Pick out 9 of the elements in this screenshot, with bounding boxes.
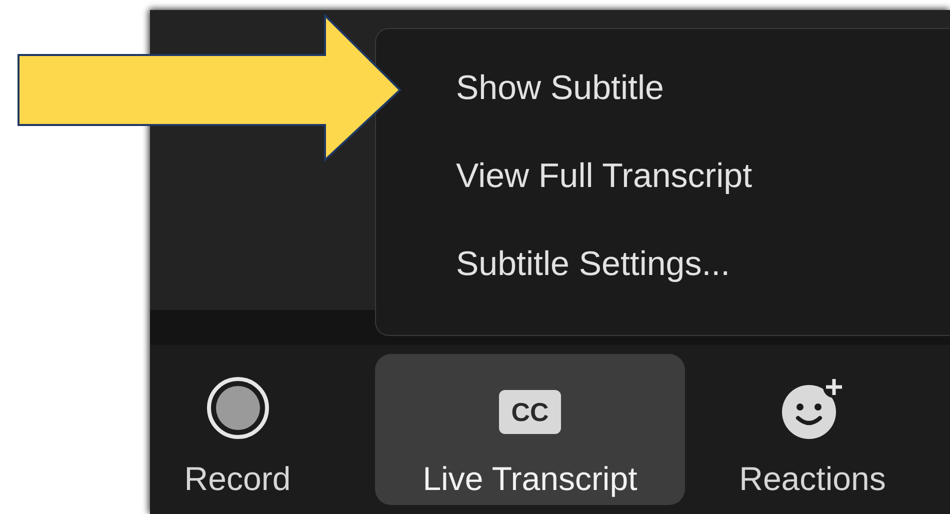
record-icon bbox=[206, 376, 270, 440]
record-button[interactable]: Record bbox=[150, 354, 325, 505]
reactions-button[interactable]: Reactions bbox=[700, 354, 925, 505]
menu-item[interactable]: Subtitle Settings... bbox=[456, 247, 950, 335]
cc-badge: CC bbox=[499, 390, 561, 434]
smiley-plus-icon bbox=[780, 376, 844, 440]
live-transcript-button[interactable]: CC Live Transcript bbox=[375, 354, 685, 505]
menu-item[interactable]: Show Subtitle bbox=[456, 71, 950, 159]
menu-item[interactable]: View Full Transcript bbox=[456, 159, 950, 247]
